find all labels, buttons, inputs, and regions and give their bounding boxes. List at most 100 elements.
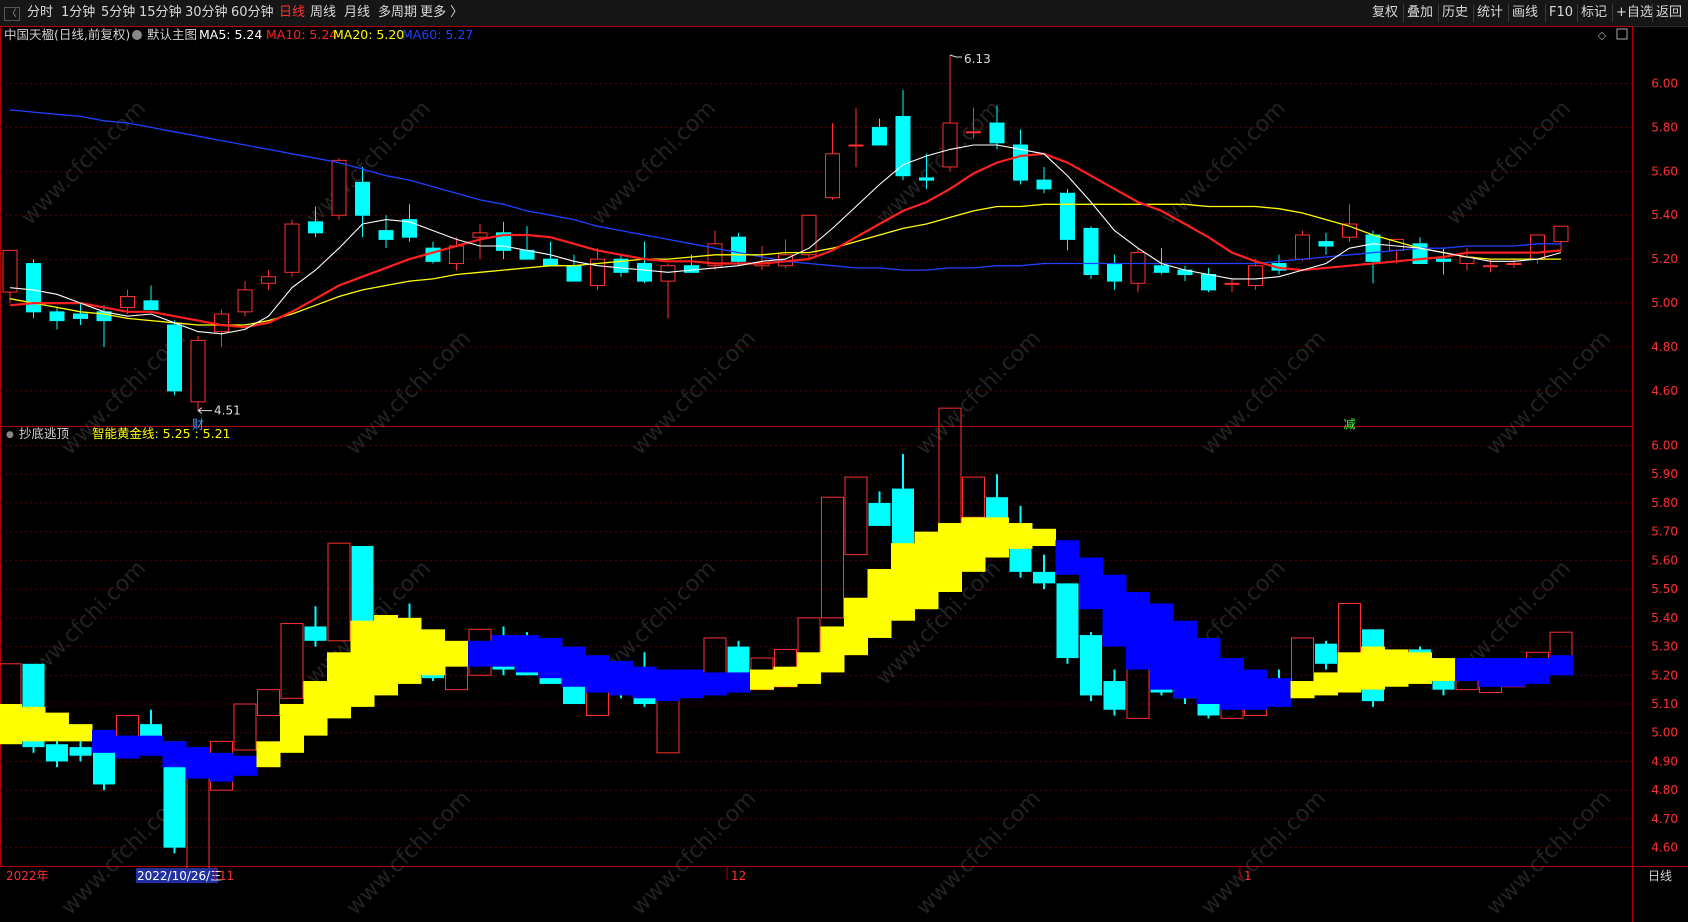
sub-y-tick-label: 5.10 <box>1651 697 1678 711</box>
gold-line-segment <box>21 706 46 742</box>
gold-line-segment <box>468 640 492 667</box>
candle-body <box>942 122 958 168</box>
candle <box>449 237 464 271</box>
candle-body <box>684 265 699 273</box>
signal-bar <box>1549 631 1573 676</box>
signal-bar <box>45 712 69 768</box>
period-tab-2[interactable]: 5分钟 <box>101 4 135 22</box>
signal-bar <box>726 640 751 693</box>
period-tab-1[interactable]: 1分钟 <box>61 4 95 22</box>
watermark-text: www.cfchi.com <box>1482 326 1616 460</box>
kline-chart[interactable]: www.cfchi.com www.cfchi.com www.cfchi.com w… <box>0 26 1688 922</box>
period-tab-10[interactable]: 更多 〉 <box>420 4 463 22</box>
signal-bar <box>350 546 375 707</box>
gold-line-segment <box>1431 658 1456 682</box>
period-tab-0[interactable]: 分时 <box>27 4 53 22</box>
toolbar-button-4[interactable]: 画线 <box>1512 4 1538 22</box>
candle-body <box>331 159 347 216</box>
toolbar-button-1[interactable]: 叠加 <box>1407 4 1433 22</box>
candle-body <box>1436 258 1451 262</box>
candle <box>872 118 887 146</box>
signal-bar <box>1008 505 1033 578</box>
main-y-tick-label: 5.20 <box>1651 252 1678 266</box>
high-marker-arrow <box>949 54 962 58</box>
toolbar-button-0[interactable]: 复权 <box>1372 4 1398 22</box>
gold-line-segment <box>115 735 140 759</box>
gold-line-segment <box>609 660 633 696</box>
gold-line-label: 智能黄金线: 5.25 : 5.21 <box>92 426 231 441</box>
candle <box>167 320 182 396</box>
candle-body <box>1295 234 1310 260</box>
period-tab-7[interactable]: 周线 <box>310 4 336 22</box>
watermark-text: www.cfchi.com <box>1442 96 1576 230</box>
main-y-tick-label: 4.80 <box>1651 340 1678 354</box>
signal-bar <box>1055 540 1080 664</box>
signal-bar <box>21 663 46 753</box>
gold-line-segment <box>538 637 563 679</box>
signal-bar <box>961 476 986 572</box>
candle-body <box>237 289 253 313</box>
toolbar-separator <box>1612 4 1613 22</box>
signal-bar <box>92 729 116 791</box>
gold-line-segment <box>750 669 774 690</box>
gold-line-segment <box>444 640 469 667</box>
sub-y-tick-label: 5.70 <box>1651 525 1678 539</box>
signal-bar <box>444 640 469 691</box>
watermark-text: www.cfchi.com <box>1197 786 1331 920</box>
gold-line-segment <box>139 735 163 756</box>
candle <box>825 123 840 200</box>
watermark-text: www.cfchi.com <box>1157 96 1291 230</box>
candle-body <box>1036 179 1052 190</box>
candle <box>2 249 18 304</box>
toolbar-separator <box>1403 4 1404 22</box>
candle-body <box>1201 274 1216 291</box>
gold-line-segment <box>68 724 93 742</box>
signal-outline <box>962 476 985 518</box>
top-toolbar: 〈 分时 1分钟 5分钟 15分钟 30分钟 60分钟 日线 周线 月线 多周期 更多 〉 复权 叠加历… <box>0 0 1688 27</box>
collapse-sidebar-button[interactable]: 〈 <box>4 7 20 21</box>
candle-body <box>49 311 65 322</box>
gold-line-segment <box>632 666 657 699</box>
sub-y-tick-label: 5.30 <box>1651 640 1678 654</box>
toolbar-button-2[interactable]: 历史 <box>1442 4 1468 22</box>
signal-bar <box>609 660 633 699</box>
period-tab-4[interactable]: 30分钟 <box>185 4 228 22</box>
signal-bar <box>1102 574 1127 716</box>
month-label-0: 11 <box>219 869 234 883</box>
toolbar-button-8[interactable]: 返回 <box>1656 4 1682 22</box>
toolbar-button-5[interactable]: F10 <box>1549 4 1573 22</box>
candle-body <box>284 223 300 273</box>
candle-body <box>1483 265 1498 268</box>
gold-line-segment <box>585 655 610 693</box>
ma-legend-2: MA20: 5.20 <box>333 27 404 42</box>
signal-bar <box>1361 629 1385 707</box>
signal-bar <box>233 703 257 776</box>
sub-y-tick-label: 5.50 <box>1651 582 1678 596</box>
high-price-label: 6.13 <box>964 52 991 66</box>
candle <box>519 226 535 260</box>
watermark-text: www.cfchi.com <box>342 326 476 460</box>
watermark-text: www.cfchi.com <box>1197 326 1331 460</box>
signal-bar <box>1220 658 1244 719</box>
watermark-text: www.cfchi.com <box>912 326 1046 460</box>
signal-bar <box>491 626 516 676</box>
period-tab-9[interactable]: 多周期 <box>378 4 417 22</box>
x-axis-year-label: 2022年 <box>6 869 49 883</box>
signal-bar <box>656 669 680 754</box>
candle-body <box>308 221 323 234</box>
toolbar-button-7[interactable]: +自选 <box>1616 4 1653 22</box>
toolbar-button-6[interactable]: 标记 <box>1581 4 1607 22</box>
gold-line-segment <box>397 617 422 684</box>
gold-line-segment <box>914 531 939 610</box>
gold-line-segment <box>773 666 798 687</box>
period-tab-6[interactable]: 日线 <box>279 4 305 22</box>
indicator-toggle-icon: ● <box>6 430 14 440</box>
period-tab-3[interactable]: 15分钟 <box>139 4 182 22</box>
toolbar-button-3[interactable]: 统计 <box>1477 4 1503 22</box>
period-tab-5[interactable]: 60分钟 <box>231 4 274 22</box>
candle <box>1459 248 1475 271</box>
period-tab-8[interactable]: 月线 <box>344 4 370 22</box>
signal-bar <box>538 637 563 684</box>
gold-line-segment <box>938 523 962 592</box>
gold-line-segment <box>256 741 281 768</box>
